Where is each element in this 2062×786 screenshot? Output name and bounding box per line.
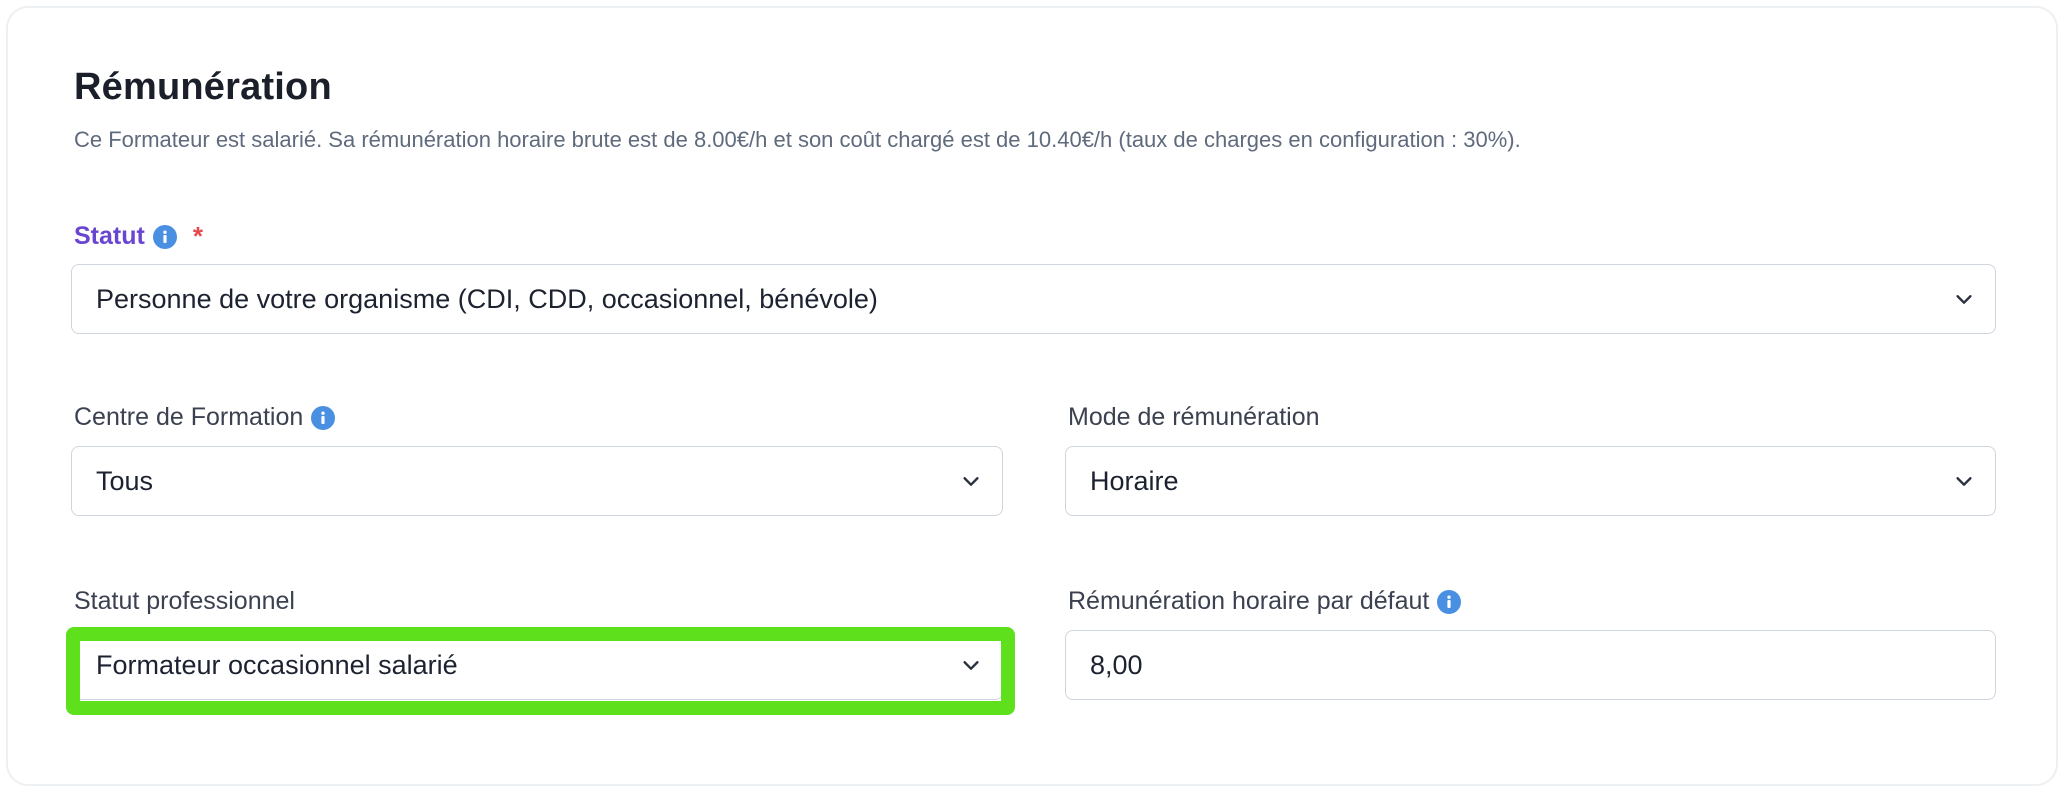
statut-label: Statut *: [74, 221, 203, 252]
statut-label-text: Statut: [74, 222, 145, 250]
required-marker: *: [192, 221, 203, 251]
chevron-down-icon: [1956, 477, 1972, 486]
centre-label: Centre de Formation: [74, 403, 336, 432]
mode-select-value: Horaire: [1090, 465, 1179, 496]
remuneration-input[interactable]: 8,00: [1065, 630, 1996, 700]
info-icon[interactable]: [311, 405, 336, 430]
section-title: Rémunération: [74, 66, 332, 108]
statut-select[interactable]: Personne de votre organisme (CDI, CDD, o…: [71, 264, 1996, 334]
statut-pro-label: Statut professionnel: [74, 587, 295, 616]
remuneration-label: Rémunération horaire par défaut: [1068, 587, 1462, 616]
chevron-down-icon: [963, 477, 979, 486]
section-description: Ce Formateur est salarié. Sa rémunératio…: [74, 127, 1521, 152]
chevron-down-icon: [963, 661, 979, 670]
mode-select[interactable]: Horaire: [1065, 446, 1996, 516]
remuneration-input-value: 8,00: [1090, 649, 1143, 680]
centre-select[interactable]: Tous: [71, 446, 1003, 516]
remuneration-label-text: Rémunération horaire par défaut: [1068, 587, 1430, 615]
info-icon[interactable]: [1437, 589, 1462, 614]
centre-select-value: Tous: [96, 465, 154, 496]
centre-label-text: Centre de Formation: [74, 403, 304, 431]
statut-pro-select[interactable]: Formateur occasionnel salarié: [71, 630, 1003, 700]
mode-label-text: Mode de rémunération: [1068, 403, 1320, 431]
remuneration-card: Rémunération Ce Formateur est salarié. S…: [6, 6, 2058, 786]
mode-label: Mode de rémunération: [1068, 403, 1320, 432]
info-icon[interactable]: [152, 224, 177, 249]
statut-pro-select-value: Formateur occasionnel salarié: [96, 649, 458, 680]
chevron-down-icon: [1956, 295, 1972, 304]
statut-pro-label-text: Statut professionnel: [74, 587, 295, 615]
statut-select-value: Personne de votre organisme (CDI, CDD, o…: [96, 283, 878, 314]
